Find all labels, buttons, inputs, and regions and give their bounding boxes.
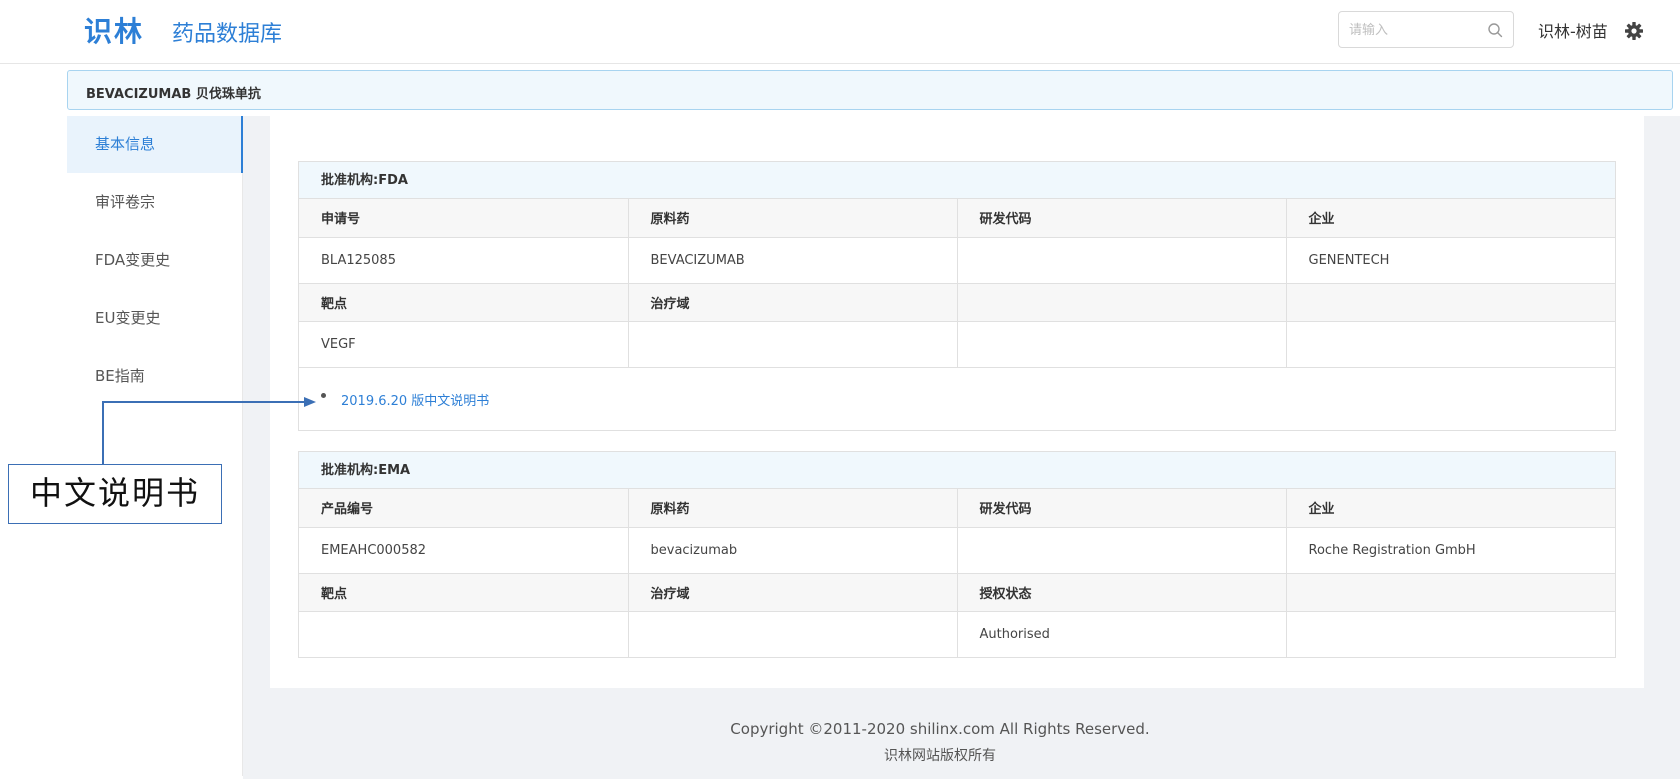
table-cell: bevacizumab (628, 527, 958, 574)
column-header: 治疗域 (628, 283, 958, 322)
table-cell: GENENTECH (1286, 237, 1615, 284)
column-header: 研发代码 (957, 199, 1287, 238)
ema-approval-block: 批准机构:EMA 产品编号 原料药 研发代码 企业 EMEAHC000582 b… (298, 451, 1616, 658)
search-input[interactable] (1349, 20, 1479, 40)
table-header-row: 靶点 治疗域 (299, 283, 1615, 322)
column-header: 企业 (1286, 489, 1615, 528)
column-header: 产品编号 (299, 489, 629, 528)
table-cell (299, 611, 629, 657)
sidebar-item-basic-info[interactable]: 基本信息 (67, 116, 243, 173)
sidebar-nav: 基本信息 审评卷宗 FDA变更史 EU变更史 BE指南 (67, 116, 243, 776)
table-row: Authorised (299, 611, 1615, 657)
table-row: BLA125085 BEVACIZUMAB GENENTECH (299, 237, 1615, 284)
table-cell: Roche Registration GmbH (1286, 527, 1615, 574)
fda-heading: 批准机构:FDA (299, 162, 1615, 199)
column-header (1286, 573, 1615, 612)
drug-name: BEVACIZUMAB 贝伐珠单抗 (86, 87, 261, 102)
chinese-label-link[interactable]: 2019.6.20 版中文说明书 (341, 390, 489, 409)
search-box[interactable] (1338, 11, 1514, 48)
table-cell: EMEAHC000582 (299, 527, 629, 574)
gear-icon[interactable] (1624, 21, 1644, 41)
table-header-row: 产品编号 原料药 研发代码 企业 (299, 489, 1615, 528)
annotation-label: 中文说明书 (8, 464, 222, 524)
table-cell (628, 611, 958, 657)
table-header-row: 申请号 原料药 研发代码 企业 (299, 199, 1615, 238)
table-cell (1286, 321, 1615, 367)
column-header: 原料药 (628, 199, 958, 238)
site-logo[interactable]: 识林 (84, 10, 144, 50)
drug-title-bar: BEVACIZUMAB 贝伐珠单抗 (67, 70, 1673, 110)
column-header: 授权状态 (957, 573, 1287, 612)
table-header-row: 靶点 治疗域 授权状态 (299, 573, 1615, 612)
column-header (957, 283, 1287, 322)
column-header: 靶点 (299, 573, 629, 612)
table-cell: Authorised (957, 611, 1287, 657)
ema-heading: 批准机构:EMA (299, 452, 1615, 489)
column-header: 靶点 (299, 283, 629, 322)
sidebar-item-be-guide[interactable]: BE指南 (67, 348, 243, 405)
column-header: 原料药 (628, 489, 958, 528)
sidebar-item-eu-history[interactable]: EU变更史 (67, 290, 243, 347)
top-header: 识林 药品数据库 识林-树苗 (0, 0, 1680, 64)
bullet-icon (321, 393, 326, 398)
table-cell (957, 321, 1287, 367)
fda-approval-block: 批准机构:FDA 申请号 原料药 研发代码 企业 BLA125085 BEVAC… (298, 161, 1616, 431)
column-header: 研发代码 (957, 489, 1287, 528)
table-cell (628, 321, 958, 367)
column-header (1286, 283, 1615, 322)
table-cell (1286, 611, 1615, 657)
footer-copyright: Copyright ©2011-2020 shilinx.com All Rig… (730, 720, 1150, 738)
user-name[interactable]: 识林-树苗 (1538, 18, 1608, 42)
app-title[interactable]: 药品数据库 (172, 16, 282, 48)
table-row: VEGF (299, 321, 1615, 367)
label-link-row: 2019.6.20 版中文说明书 (299, 367, 1615, 430)
column-header: 申请号 (299, 199, 629, 238)
column-header: 企业 (1286, 199, 1615, 238)
table-cell: BLA125085 (299, 237, 629, 284)
sidebar-item-fda-history[interactable]: FDA变更史 (67, 232, 243, 289)
table-cell: VEGF (299, 321, 629, 367)
sidebar-item-review-files[interactable]: 审评卷宗 (67, 174, 243, 231)
search-icon[interactable] (1487, 22, 1503, 38)
table-cell (957, 527, 1287, 574)
ema-table: 产品编号 原料药 研发代码 企业 EMEAHC000582 bevacizuma… (299, 489, 1615, 657)
fda-table: 申请号 原料药 研发代码 企业 BLA125085 BEVACIZUMAB GE… (299, 199, 1615, 367)
table-cell: BEVACIZUMAB (628, 237, 958, 284)
footer-rights: 识林网站版权所有 (884, 748, 996, 764)
column-header: 治疗域 (628, 573, 958, 612)
table-row: EMEAHC000582 bevacizumab Roche Registrat… (299, 527, 1615, 574)
table-cell (957, 237, 1287, 284)
